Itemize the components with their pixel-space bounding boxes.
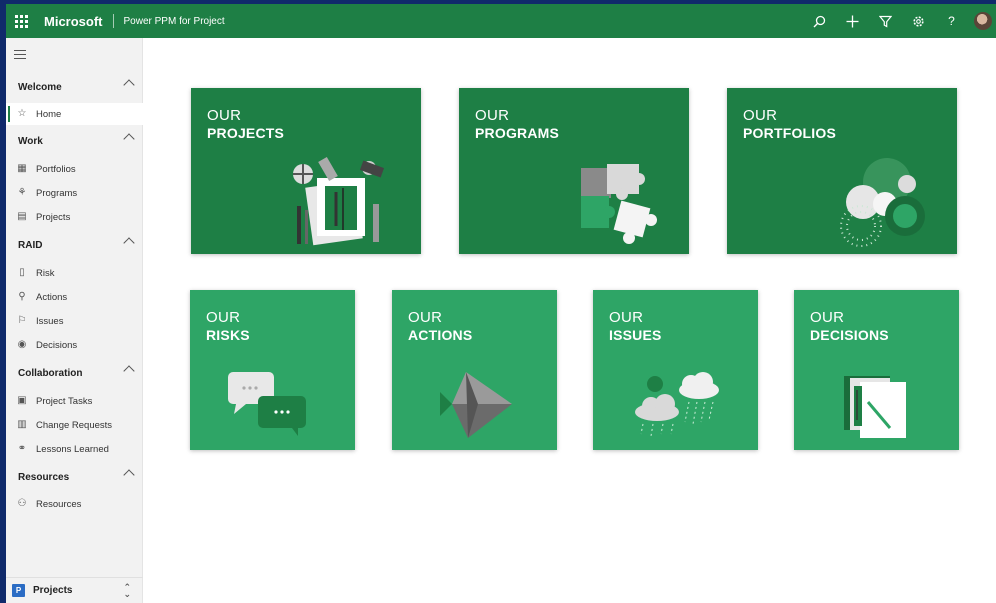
tile-issues[interactable]: OUR ISSUES (593, 290, 758, 450)
storm-clouds-illustration (635, 372, 719, 437)
tile-title: ACTIONS (408, 327, 473, 343)
tile-title: DECISIONS (810, 327, 889, 343)
chevron-up-icon (123, 365, 135, 377)
sidebar-item-programs[interactable]: ⚘ Programs (6, 182, 143, 204)
chevron-up-icon (123, 79, 135, 91)
tile-risks[interactable]: OUR RISKS (190, 290, 355, 450)
tile-title: RISKS (206, 327, 250, 343)
tile-line1: OUR (609, 309, 644, 326)
brand-name[interactable]: Microsoft (44, 14, 103, 29)
tile-programs[interactable]: OUR PROGRAMS (459, 88, 689, 254)
sidebar-item-label: Issues (36, 315, 64, 327)
tile-line1: OUR (408, 309, 443, 326)
chevron-updown-icon: ⌃ ⌄ (123, 582, 131, 599)
risk-document-icon: ▯ (19, 267, 25, 278)
menu-icon[interactable] (14, 50, 26, 62)
puzzle-pieces-illustration (581, 164, 657, 244)
sidebar-item-label: Decisions (36, 339, 78, 351)
flag-icon: ⚐ (17, 315, 27, 326)
tile-title: PORTFOLIOS (743, 125, 836, 141)
help-icon[interactable]: ? (935, 4, 968, 38)
speech-bubbles-illustration (228, 372, 306, 436)
group-label: Work (18, 135, 43, 147)
sidebar-item-label: Risk (36, 267, 55, 279)
star-icon: ☆ (17, 108, 27, 119)
top-bar: Microsoft Power PPM for Project ? (6, 4, 996, 38)
sidebar-item-label: Project Tasks (36, 395, 93, 407)
divider (112, 14, 114, 28)
sidebar-item-label: Lessons Learned (36, 443, 109, 455)
change-request-icon: ▥ (17, 419, 27, 430)
documents-illustration (844, 376, 906, 438)
chevron-up-icon (123, 133, 135, 145)
sidebar-item-decisions[interactable]: ◉ Decisions (6, 334, 143, 356)
sidebar-item-label: Programs (36, 187, 78, 199)
tile-line1: OUR (743, 107, 778, 124)
drafting-tools-illustration (293, 156, 385, 246)
add-icon[interactable] (836, 4, 869, 38)
people-icon: ⚇ (17, 498, 27, 509)
app-name[interactable]: Power PPM for Project (124, 16, 225, 27)
sidebar-item-resources[interactable]: ⚇ Resources (6, 493, 143, 515)
sidebar-item-label: Projects (36, 211, 71, 223)
area-label: Projects (33, 585, 73, 596)
actions-icon: ⚲ (18, 291, 26, 302)
group-raid[interactable]: RAID (6, 234, 143, 256)
tile-projects[interactable]: OUR PROJECTS (191, 88, 421, 254)
sidebar-item-label: Home (36, 108, 62, 120)
tile-title: PROGRAMS (475, 125, 560, 141)
chevron-up-icon (123, 237, 135, 249)
tile-decisions[interactable]: OUR DECISIONS (794, 290, 959, 450)
sidebar: Welcome ☆ Home Work ▦ Portfolios ⚘ Progr… (6, 38, 143, 603)
sidebar-item-change-requests[interactable]: ▥ Change Requests (6, 414, 143, 436)
tile-line1: OUR (475, 107, 510, 124)
paper-plane-illustration (440, 372, 512, 438)
area-switcher[interactable]: P Projects ⌃ ⌄ (6, 577, 143, 603)
group-collaboration[interactable]: Collaboration (6, 362, 143, 384)
sidebar-item-projects[interactable]: ▤ Projects (6, 206, 143, 228)
group-label: RAID (18, 239, 43, 251)
group-resources[interactable]: Resources (6, 466, 143, 488)
app-launcher-icon[interactable] (6, 4, 36, 38)
sidebar-item-label: Portfolios (36, 163, 76, 175)
sidebar-item-label: Actions (36, 291, 68, 303)
app-window: Microsoft Power PPM for Project ? Welcom… (6, 4, 996, 603)
tile-title: ISSUES (609, 327, 662, 343)
filter-icon[interactable] (869, 4, 902, 38)
tile-actions[interactable]: OUR ACTIONS (392, 290, 557, 450)
circles-illustration (840, 158, 925, 247)
group-label: Welcome (18, 81, 62, 93)
tile-title: PROJECTS (207, 125, 285, 141)
hierarchy-icon: ⚘ (17, 187, 27, 198)
group-work[interactable]: Work (6, 130, 143, 152)
group-welcome[interactable]: Welcome (6, 76, 143, 98)
task-clipboard-icon: ▣ (17, 395, 27, 406)
sidebar-item-issues[interactable]: ⚐ Issues (6, 310, 143, 332)
header-actions: ? (803, 4, 996, 38)
avatar[interactable] (974, 12, 992, 30)
sidebar-item-lessons-learned[interactable]: ⚭ Lessons Learned (6, 438, 143, 460)
decision-icon: ◉ (17, 339, 27, 350)
sidebar-item-risk[interactable]: ▯ Risk (6, 262, 143, 284)
sidebar-item-label: Change Requests (36, 419, 113, 431)
lessons-icon: ⚭ (17, 443, 27, 454)
sidebar-item-portfolios[interactable]: ▦ Portfolios (6, 158, 143, 180)
search-icon[interactable] (803, 4, 836, 38)
portfolio-icon: ▦ (17, 163, 27, 174)
tile-line1: OUR (207, 107, 242, 124)
tile-line1: OUR (206, 309, 241, 326)
group-label: Collaboration (18, 367, 83, 379)
sidebar-item-actions[interactable]: ⚲ Actions (6, 286, 143, 308)
project-board-icon: ▤ (17, 211, 27, 222)
area-badge: P (12, 584, 25, 597)
sidebar-item-label: Resources (36, 498, 82, 510)
sidebar-item-home[interactable]: ☆ Home (6, 103, 143, 125)
tile-portfolios[interactable]: OUR PORTFOLIOS (727, 88, 957, 254)
gear-icon[interactable] (902, 4, 935, 38)
group-label: Resources (18, 471, 70, 483)
tile-line1: OUR (810, 309, 845, 326)
sidebar-item-project-tasks[interactable]: ▣ Project Tasks (6, 390, 143, 412)
chevron-up-icon (123, 469, 135, 481)
